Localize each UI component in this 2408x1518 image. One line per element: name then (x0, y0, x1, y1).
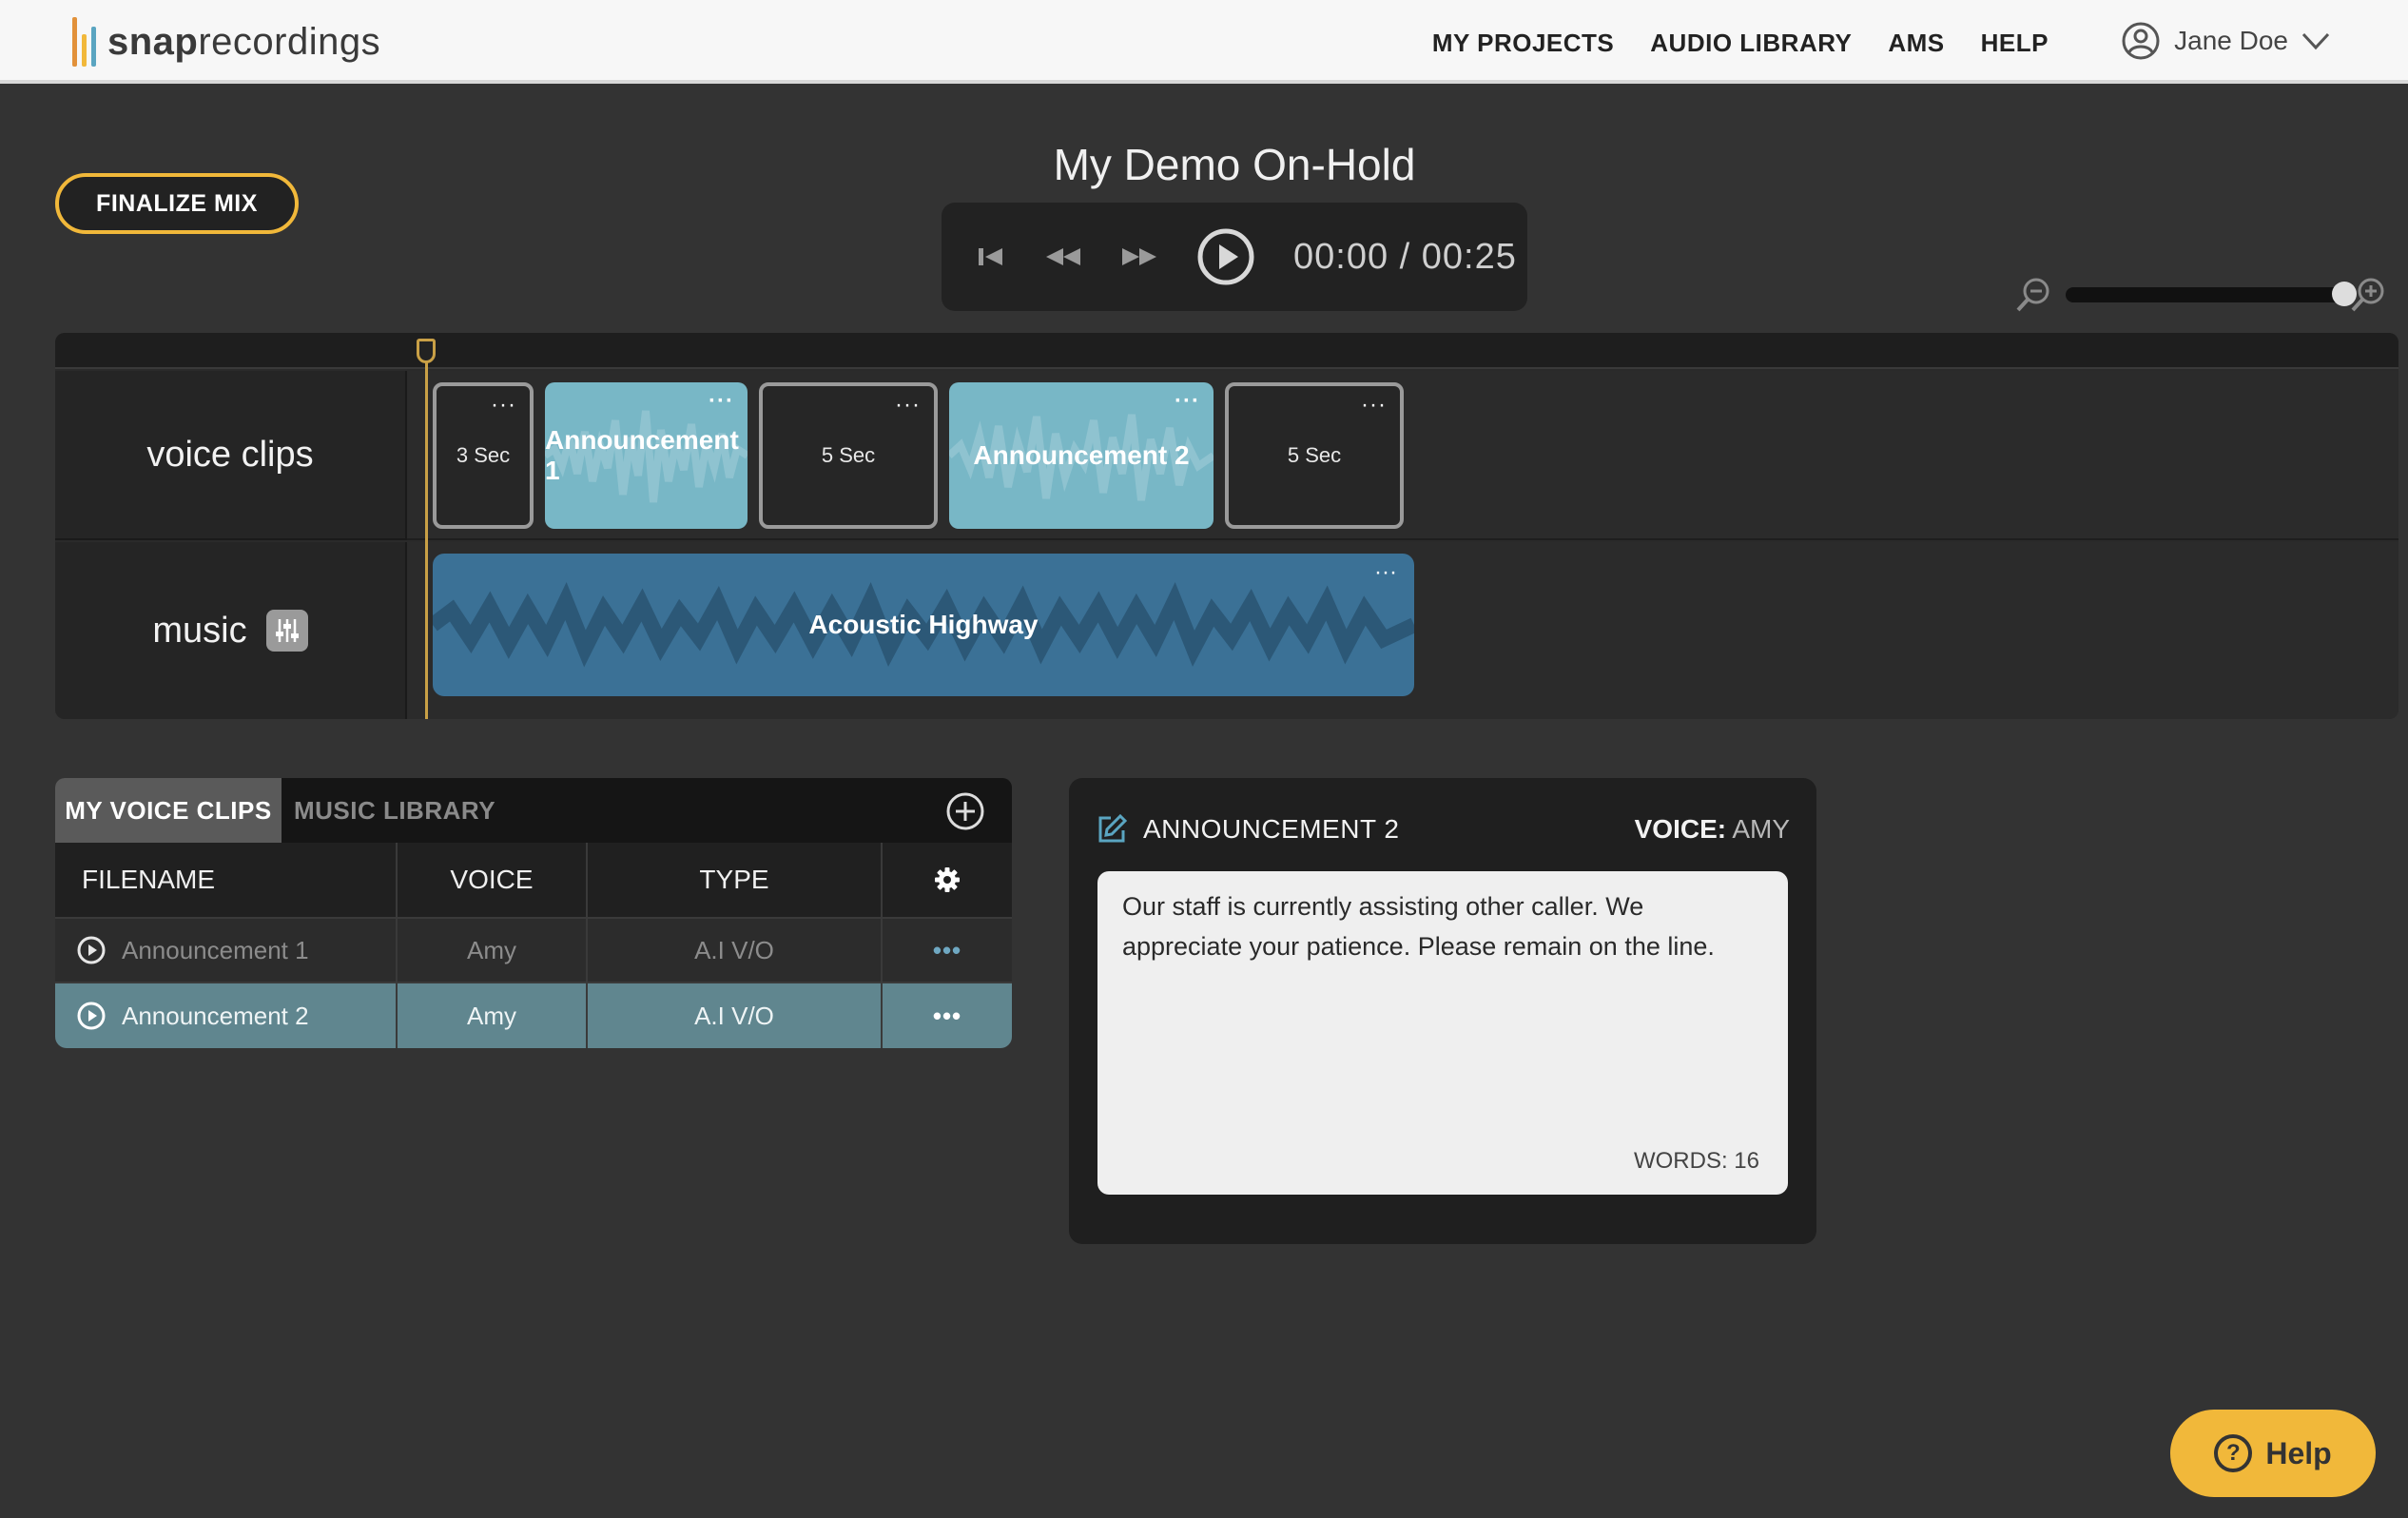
nav-my-projects[interactable]: MY PROJECTS (1432, 29, 1614, 58)
voice-clips-table: FILENAME VOICE TYPE Announcement 1 Amy A… (55, 843, 1012, 1048)
voice-clip-announcement-2[interactable]: ··· Announcement 2 (949, 382, 1214, 529)
chevron-down-icon (2301, 32, 2330, 50)
clip-type: A.I V/O (588, 983, 883, 1048)
gear-icon (935, 867, 960, 892)
user-circle-icon (2122, 22, 2160, 60)
playback-time: 00:00 / 00:25 (1293, 236, 1517, 277)
tab-my-voice-clips[interactable]: MY VOICE CLIPS (55, 778, 282, 843)
voice-label: VOICE: (1634, 814, 1727, 844)
timeline-ruler[interactable] (55, 333, 2398, 369)
help-button[interactable]: ? Help (2170, 1410, 2376, 1497)
table-settings-button[interactable] (883, 843, 1012, 917)
voice-track-name: voice clips (146, 434, 314, 475)
zoom-out-icon[interactable] (2014, 276, 2052, 314)
top-navigation-bar: snaprecordings MY PROJECTS AUDIO LIBRARY… (0, 0, 2408, 84)
clip-label: 5 Sec (821, 443, 876, 467)
silence-clip-3-sec[interactable]: ··· 3 Sec (433, 382, 534, 529)
user-name: Jane Doe (2174, 26, 2288, 55)
snaprecordings-logo[interactable]: snaprecordings (72, 17, 380, 67)
column-header-filename[interactable]: FILENAME (55, 843, 398, 917)
edit-icon[interactable] (1096, 813, 1128, 846)
library-tabs: MY VOICE CLIPS MUSIC LIBRARY (55, 778, 1012, 843)
zoom-in-icon[interactable] (2349, 276, 2387, 314)
silence-clip-5-sec-end[interactable]: ··· 5 Sec (1225, 382, 1404, 529)
nav-ams[interactable]: AMS (1888, 29, 1944, 58)
skip-to-start-button[interactable] (976, 243, 1006, 270)
table-row-selected[interactable]: Announcement 2 Amy A.I V/O ••• (55, 983, 1012, 1048)
table-row[interactable]: Announcement 1 Amy A.I V/O ••• (55, 919, 1012, 983)
column-header-voice[interactable]: VOICE (398, 843, 588, 917)
clip-label: Announcement 2 (973, 440, 1190, 470)
fast-forward-icon (1122, 248, 1156, 265)
music-clip-label: Acoustic Highway (808, 610, 1039, 639)
play-circle-icon[interactable] (76, 935, 107, 965)
clip-more-icon[interactable]: ··· (1175, 390, 1200, 413)
rewind-icon (1046, 248, 1080, 265)
playhead-handle[interactable] (417, 339, 436, 363)
logo-text: snaprecordings (107, 20, 381, 63)
nav-audio-library[interactable]: AUDIO LIBRARY (1650, 29, 1852, 58)
music-track-label: music (55, 542, 407, 719)
playhead-line (425, 341, 428, 719)
logo-bars-icon (72, 17, 96, 67)
play-button[interactable] (1196, 227, 1255, 286)
main-nav: MY PROJECTS AUDIO LIBRARY AMS HELP (1432, 29, 2049, 58)
voice-clips-track-label: voice clips (55, 371, 407, 540)
script-text: Our staff is currently assisting other c… (1122, 892, 1715, 961)
user-menu[interactable]: Jane Doe (2121, 21, 2330, 61)
transport-controls: 00:00 / 00:25 (942, 203, 1527, 311)
music-track-name: music (152, 610, 247, 651)
skip-back-icon (979, 248, 1002, 265)
rewind-button[interactable] (1044, 243, 1082, 270)
silence-clip-5-sec[interactable]: ··· 5 Sec (759, 382, 938, 529)
clip-filename: Announcement 1 (122, 935, 309, 964)
clip-more-icon[interactable]: ··· (1361, 394, 1387, 417)
column-header-type[interactable]: TYPE (588, 843, 883, 917)
clip-more-icon[interactable]: ··· (491, 394, 516, 417)
script-text-area[interactable]: Our staff is currently assisting other c… (1097, 871, 1788, 1195)
nav-help[interactable]: HELP (1981, 29, 2049, 58)
clip-type: A.I V/O (588, 919, 883, 982)
row-more-icon[interactable]: ••• (933, 1002, 961, 1031)
clip-more-icon[interactable]: ··· (895, 394, 921, 417)
row-more-icon[interactable]: ••• (933, 936, 961, 965)
clip-filename: Announcement 2 (122, 1001, 309, 1030)
clip-voice: Amy (398, 919, 588, 982)
zoom-control (2014, 276, 2387, 314)
add-clip-icon[interactable] (945, 791, 985, 831)
project-title: My Demo On-Hold (1053, 140, 1416, 189)
play-icon (1197, 228, 1254, 285)
clip-voice: Amy (398, 983, 588, 1048)
tab-music-library[interactable]: MUSIC LIBRARY (282, 778, 508, 843)
mixer-settings-icon[interactable] (265, 610, 308, 652)
table-header-row: FILENAME VOICE TYPE (55, 843, 1012, 919)
clip-label: 5 Sec (1287, 443, 1342, 467)
help-label: Help (2265, 1435, 2332, 1470)
clip-more-icon[interactable]: ··· (709, 390, 734, 413)
editor-title: ANNOUNCEMENT 2 (1143, 814, 1400, 844)
editor-voice[interactable]: VOICE: AMY (1635, 814, 1790, 845)
editor-header: ANNOUNCEMENT 2 VOICE: AMY (1096, 810, 1790, 848)
zoom-slider-track[interactable] (2066, 287, 2341, 302)
music-clip-acoustic-highway[interactable]: ··· Acoustic Highway (433, 554, 1414, 696)
fast-forward-button[interactable] (1120, 243, 1158, 270)
clip-more-icon[interactable]: ··· (1374, 559, 1397, 586)
question-icon: ? (2214, 1434, 2253, 1472)
word-count: WORDS: 16 (1633, 1148, 1759, 1174)
voice-value: AMY (1732, 814, 1790, 844)
voice-clips-panel: MY VOICE CLIPS MUSIC LIBRARY FILENAME VO… (55, 778, 1012, 1054)
play-circle-icon[interactable] (76, 1001, 107, 1031)
clip-label: Announcement 1 (545, 425, 739, 485)
announcement-editor-panel: ANNOUNCEMENT 2 VOICE: AMY Our staff is c… (1069, 778, 1816, 1244)
clip-label: 3 Sec (456, 443, 511, 467)
voice-clip-announcement-1[interactable]: ··· Announcement 1 (545, 382, 748, 529)
